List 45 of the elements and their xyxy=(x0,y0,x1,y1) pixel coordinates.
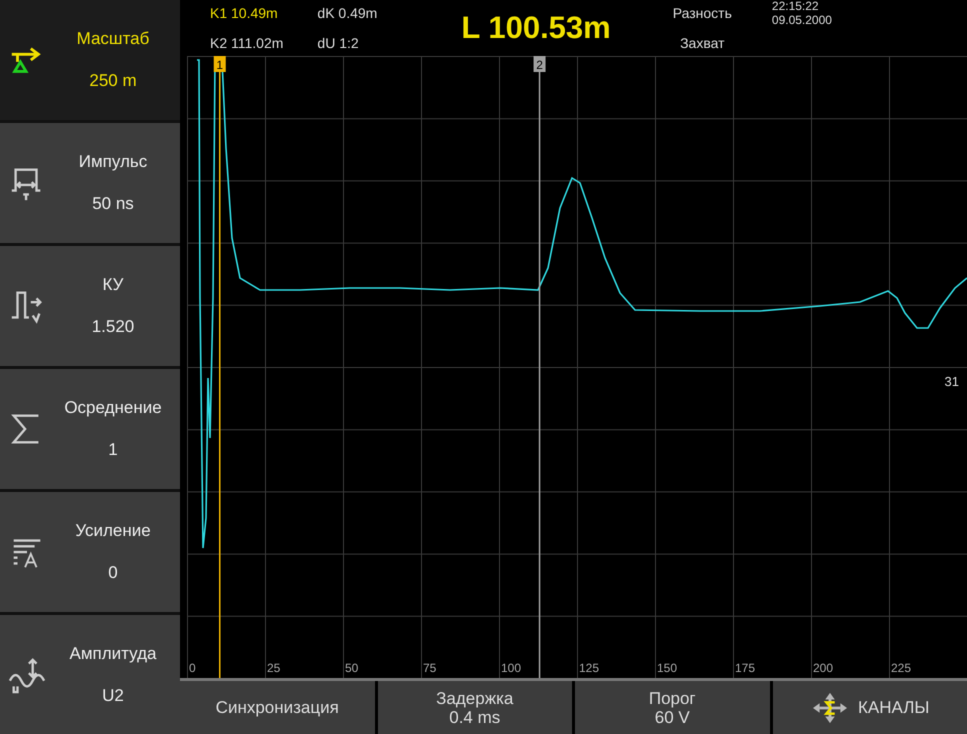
setting-value: 1.520 xyxy=(92,317,134,337)
delta-k-reading: dK 0.49m xyxy=(317,5,378,21)
axis-tick-label: 175 xyxy=(735,661,756,675)
axis-tick-label: 150 xyxy=(657,661,678,675)
setting-label: Масштаб xyxy=(76,29,150,49)
axis-tick-label: 0 xyxy=(189,661,196,675)
delta-u-reading: dU 1:2 xyxy=(317,35,360,51)
sidebar-item[interactable]: Усиление 0 xyxy=(0,492,180,612)
function-button[interactable]: Порог 60 V xyxy=(575,681,770,734)
sidebar-item[interactable]: Амплитуда U2 xyxy=(0,615,180,734)
sidebar-item[interactable]: Импульс 50 ns xyxy=(0,123,180,243)
side-number: 31 xyxy=(944,374,959,389)
setting-value: U2 xyxy=(102,686,124,706)
mode-label: Разность xyxy=(672,5,732,21)
cursor-two-reading: K2 111.02m xyxy=(210,35,284,51)
axis-tick-label: 100 xyxy=(501,661,522,675)
setting-value: 250 m xyxy=(89,71,137,91)
axis-tick-label: 200 xyxy=(813,661,834,675)
setting-value: 50 ns xyxy=(92,194,134,214)
wave-arrow-icon xyxy=(8,656,46,694)
function-button[interactable]: Синхронизация xyxy=(180,681,374,734)
cursor-line[interactable]: 2 xyxy=(534,56,546,678)
sidebar-item[interactable]: Масштаб 250 m xyxy=(0,0,180,120)
axis-tick-label: 225 xyxy=(891,661,912,675)
axis-tick-label: 25 xyxy=(267,661,280,675)
cursor-one-reading: K1 10.49m xyxy=(210,5,279,21)
cursor-line[interactable]: 1 xyxy=(214,56,226,678)
function-button[interactable]: Задержка 0.4 ms xyxy=(378,681,572,734)
setting-label: Усиление xyxy=(75,521,151,541)
time-text: 22:15:22 xyxy=(772,0,820,13)
function-button[interactable]: КАНАЛЫ xyxy=(772,681,967,734)
distance-reading: L 100.53m xyxy=(461,10,611,46)
axis-tick-label: 75 xyxy=(423,661,436,675)
setting-label: Импульс xyxy=(78,152,148,172)
date-text: 09.05.2000 xyxy=(772,13,832,27)
setting-label: Осреднение xyxy=(64,398,162,418)
axis-tick-label: 50 xyxy=(345,661,358,675)
sidebar-item[interactable]: Осреднение 1 xyxy=(0,369,180,489)
setting-value: 0 xyxy=(108,563,118,583)
setting-label: КУ xyxy=(102,275,124,295)
sidebar-item[interactable]: КУ 1.520 xyxy=(0,246,180,366)
setting-label: Амплитуда xyxy=(70,644,156,664)
setting-value: 1 xyxy=(108,440,118,460)
mode-label: Захват xyxy=(680,35,725,51)
axis-tick-label: 125 xyxy=(579,661,600,675)
